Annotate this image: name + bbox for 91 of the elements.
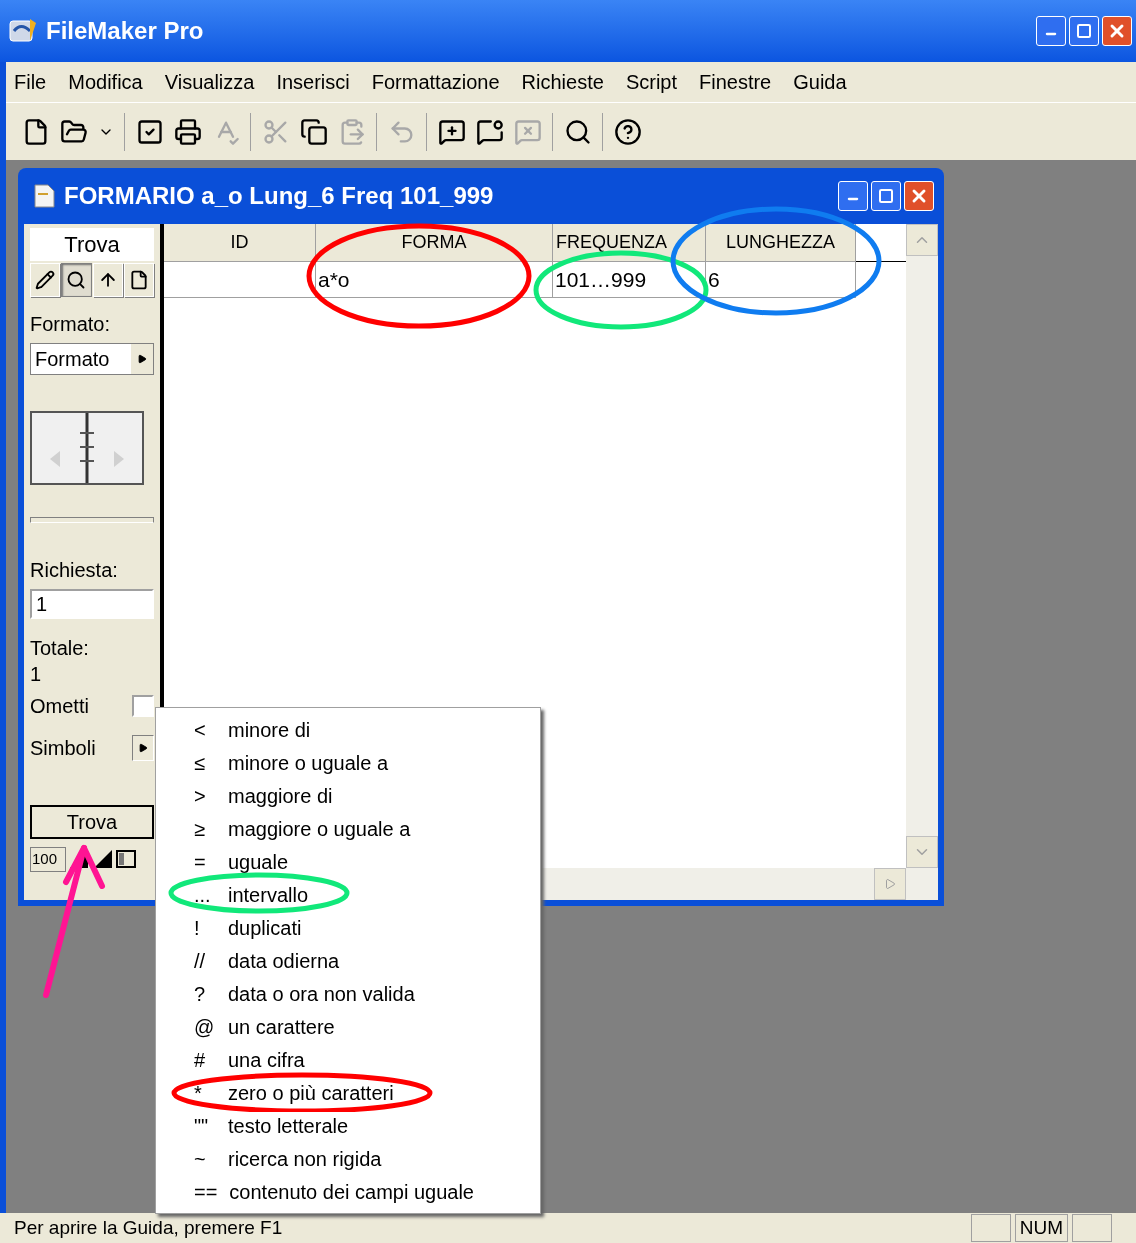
book-navigator-icon [30,411,144,485]
help-icon[interactable] [614,117,642,146]
format-dropdown[interactable]: Formato [30,343,154,375]
request-field[interactable]: 1 [30,589,154,619]
close-button[interactable] [1102,16,1132,46]
column-header: ID [164,224,316,262]
table-cell[interactable]: 6 [706,262,856,298]
menu-option[interactable]: contenuto dei campi uguale [229,1180,474,1203]
close-button[interactable] [904,181,934,211]
page-icon [128,270,149,290]
omit-checkbox[interactable] [132,695,154,717]
menu-option[interactable]: ricerca non rigida [228,1147,382,1170]
speech-plus-icon[interactable] [438,117,466,146]
status-text: Per aprire la Guida, premere F1 [14,1215,283,1240]
menu-option-symbol[interactable]: ~ [194,1147,216,1170]
arrow-up-mode-button[interactable] [92,263,123,297]
printer-icon[interactable] [174,117,202,146]
menu-option-symbol[interactable]: // [194,949,216,972]
search-icon[interactable] [564,117,592,146]
menu-option-symbol[interactable]: @ [194,1015,216,1038]
menu-option-symbol[interactable]: < [194,718,216,741]
search-icon [66,270,87,290]
menu-option-symbol[interactable]: = [194,850,216,873]
menu-option[interactable]: maggiore di [228,784,333,807]
menu-option-symbol[interactable]: ! [194,916,216,939]
menu-item[interactable]: Visualizza [164,67,255,97]
menu-item[interactable]: Richieste [521,67,604,97]
window-title: FileMaker Pro [46,16,204,46]
menu-option-symbol[interactable]: "" [194,1114,216,1137]
find-button[interactable]: Trova [30,805,154,839]
menu-option-symbol[interactable]: # [194,1048,216,1071]
menu-option-symbol[interactable]: == [194,1180,218,1203]
total-count: 1 [30,662,43,687]
total-label: Totale: [30,636,90,661]
menu-item[interactable]: File [14,67,47,97]
menu-option[interactable]: uguale [228,850,289,873]
menu-option[interactable]: data odierna [228,949,340,972]
menu-option[interactable]: minore di [228,718,311,741]
document-title: FORMARIO a_o Lung_6 Freq 101_999 [64,181,494,211]
menu-option-symbol[interactable]: ≥ [194,817,216,840]
minimize-button[interactable] [838,181,868,211]
menu-option[interactable]: una cifra [228,1048,305,1071]
menu-option-symbol[interactable]: > [194,784,216,807]
triangle-right-icon [137,354,147,364]
format-label: Formato: [30,312,112,337]
menu-option[interactable]: duplicati [228,916,302,939]
status-pane [970,1214,1011,1242]
menu-option[interactable]: un carattere [228,1015,335,1038]
column-header: LUNGHEZZA [706,224,856,262]
menu-item[interactable]: Modifica [68,67,143,97]
menu-item[interactable]: Guida [793,67,847,97]
menu-option-symbol[interactable]: ? [194,982,216,1005]
status-toggle-icon[interactable] [116,848,137,871]
minimize-button[interactable] [1036,16,1066,46]
status-indicator: NUM [1014,1214,1068,1242]
table-cell[interactable]: a*o [316,262,553,298]
maximize-icon [1076,23,1092,39]
symbols-menu-button[interactable] [132,735,154,761]
menu-option-symbol[interactable]: ... [194,883,216,906]
pencil-icon [35,270,56,290]
mode-label: Trova [30,228,154,261]
maximize-button[interactable] [1069,16,1099,46]
menu-option[interactable]: zero o più caratteri [228,1081,394,1104]
document-icon [32,183,56,209]
symbols-label: Simboli [30,736,96,761]
maximize-button[interactable] [871,181,901,211]
search-mode-button[interactable] [61,263,92,297]
menu-item[interactable]: Inserisci [276,67,350,97]
page-mode-button[interactable] [123,263,154,297]
menu-item[interactable]: Formattazione [371,67,500,97]
copy-icon[interactable] [300,117,328,146]
pencil-mode-button[interactable] [30,263,61,297]
omit-label: Ometti [30,694,89,719]
menu-item[interactable]: Script [625,67,677,97]
menu-option-symbol[interactable]: * [194,1081,216,1104]
triangle-right-icon [138,743,148,753]
menu-option[interactable]: maggiore o uguale a [228,817,411,840]
menu-option[interactable]: testo letterale [228,1114,349,1137]
menu-option-symbol[interactable]: ≤ [194,751,216,774]
app-logo-icon [8,17,38,45]
maximize-icon [878,188,894,204]
zoom-level[interactable]: 100 [30,847,67,872]
table-cell[interactable] [164,262,316,298]
speech-dot-icon[interactable] [476,117,504,146]
menu-option[interactable]: minore o uguale a [228,751,389,774]
checkbox-icon[interactable] [136,117,164,146]
menu-item[interactable]: Finestre [699,67,772,97]
status-pane [1072,1214,1112,1242]
request-label: Richiesta: [30,558,119,583]
menu-option[interactable]: data o ora non valida [228,982,415,1005]
menu-option[interactable]: intervallo [228,883,309,906]
